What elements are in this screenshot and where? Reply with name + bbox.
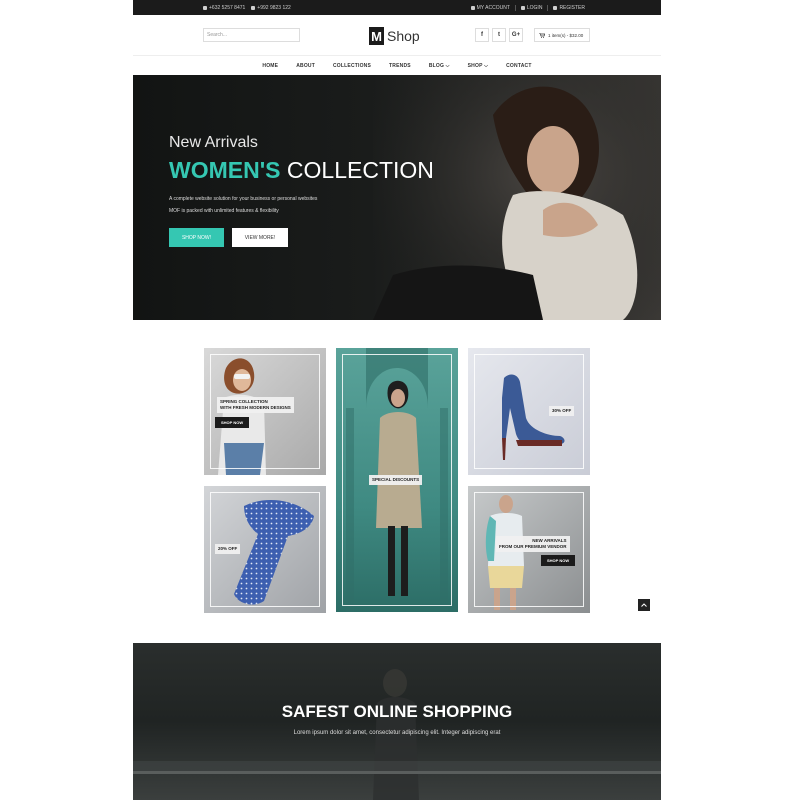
hero-title-accent: WOMEN'S (169, 157, 281, 183)
thirty-off-tag: 30% OFF (549, 406, 575, 416)
banner-title: SAFEST ONLINE SHOPPING (281, 702, 513, 721)
phone-1-text: +632 5257 8471 (209, 4, 246, 11)
lock-icon (520, 5, 525, 10)
scroll-to-top-button[interactable] (638, 599, 650, 611)
cart-icon (539, 32, 545, 38)
phone-icon (203, 5, 207, 10)
promo-tile-new-arrivals[interactable]: NEW ARRIVALS FROM OUR PREMIUM VENDOR SHO… (468, 486, 590, 613)
phone-2: +992 9823 122 (251, 5, 291, 11)
chevron-up-icon (641, 603, 647, 607)
special-discounts-tag: SPECIAL DISCOUNTS (369, 475, 423, 485)
safest-shopping-banner: SAFEST ONLINE SHOPPING Lorem ipsum dolor… (133, 643, 661, 800)
my-account-label: MY ACCOUNT (476, 4, 510, 11)
logo-word: Shop (387, 28, 420, 44)
twenty-off-tag: 20% OFF (215, 544, 241, 554)
user-icon (470, 5, 475, 10)
promo-tile-special-discounts[interactable]: SPECIAL DISCOUNTS (336, 348, 458, 612)
new-arrivals-tag: NEW ARRIVALS FROM OUR PREMIUM VENDOR (496, 536, 570, 552)
main-nav: HOME ABOUT COLLECTIONS TRENDS BLOG ⌵ SHO… (133, 57, 661, 75)
contact-info: +632 5257 8471 +992 9823 122 (203, 0, 291, 15)
nav-about[interactable]: ABOUT (287, 63, 324, 69)
header: Search... M Shop f t G+ 1 item(s) - $32.… (133, 15, 661, 56)
mobile-icon (251, 5, 256, 10)
spring-shop-now-button[interactable]: SHOP NOW (215, 417, 250, 428)
account-links: MY ACCOUNT LOGIN REGISTER (470, 0, 585, 15)
cart-summary: 1 item(s) - $32.00 (548, 32, 584, 38)
divider (547, 4, 549, 11)
spring-collection-tag: SPRING COLLECTION WITH FRESH MODERN DESI… (217, 397, 294, 413)
promo-tile-shoes[interactable]: 30% OFF (468, 348, 590, 475)
nav-contact[interactable]: CONTACT (497, 63, 540, 69)
login-label: LOGIN (526, 4, 543, 11)
cart-button[interactable]: 1 item(s) - $32.00 (534, 28, 590, 42)
promo-tile-ties[interactable]: 20% OFF (204, 486, 326, 613)
banner-text: Lorem ipsum dolor sit amet, consectetur … (293, 730, 501, 736)
register-icon (553, 5, 558, 10)
nav-home[interactable]: HOME (253, 63, 287, 69)
phone-1: +632 5257 8471 (203, 5, 245, 11)
twitter-icon[interactable]: t (492, 28, 506, 42)
hero-banner: New Arrivals WOMEN'S COLLECTION A comple… (133, 75, 661, 320)
top-bar: +632 5257 8471 +992 9823 122 MY ACCOUNT … (133, 0, 661, 15)
hero-description: A complete website solution for your bus… (169, 193, 317, 217)
spring-tag-line2: WITH FRESH MODERN DESIGNS (220, 405, 291, 410)
new-arrivals-line2: FROM OUR PREMIUM VENDOR (499, 544, 567, 549)
my-account-link[interactable]: MY ACCOUNT (470, 4, 510, 11)
page: +632 5257 8471 +992 9823 122 MY ACCOUNT … (133, 0, 661, 800)
register-link[interactable]: REGISTER (553, 5, 585, 11)
phone-2-text: +992 9823 122 (257, 4, 291, 11)
hero-title: WOMEN'S COLLECTION (169, 157, 434, 184)
shop-now-button[interactable]: SHOP NOW! (169, 228, 224, 247)
register-label: REGISTER (559, 4, 585, 11)
hero-desc-line2: MOF is packed with unlimited features & … (169, 208, 279, 214)
nav-shop[interactable]: SHOP ⌵ (459, 63, 497, 69)
nav-trends[interactable]: TRENDS (380, 63, 420, 69)
logo[interactable]: M Shop (369, 26, 420, 46)
divider (514, 4, 516, 11)
hero-model-image (373, 75, 661, 320)
hero-desc-line1: A complete website solution for your bus… (169, 196, 318, 202)
logo-mark: M (369, 27, 384, 45)
nav-collections[interactable]: COLLECTIONS (324, 63, 380, 69)
facebook-icon[interactable]: f (475, 28, 489, 42)
view-more-button[interactable]: VIEW MORE! (232, 228, 288, 247)
nav-blog[interactable]: BLOG ⌵ (420, 63, 459, 69)
search-input[interactable]: Search... (203, 28, 300, 42)
promo-tile-spring[interactable]: SPRING COLLECTION WITH FRESH MODERN DESI… (204, 348, 326, 475)
new-arrivals-shop-now-button[interactable]: SHOP NOW (541, 555, 576, 566)
hero-subtitle: New Arrivals (169, 134, 258, 151)
social-links: f t G+ (475, 28, 523, 42)
hero-title-rest: COLLECTION (286, 157, 434, 183)
google-plus-icon[interactable]: G+ (509, 28, 523, 42)
login-link[interactable]: LOGIN (520, 4, 543, 11)
